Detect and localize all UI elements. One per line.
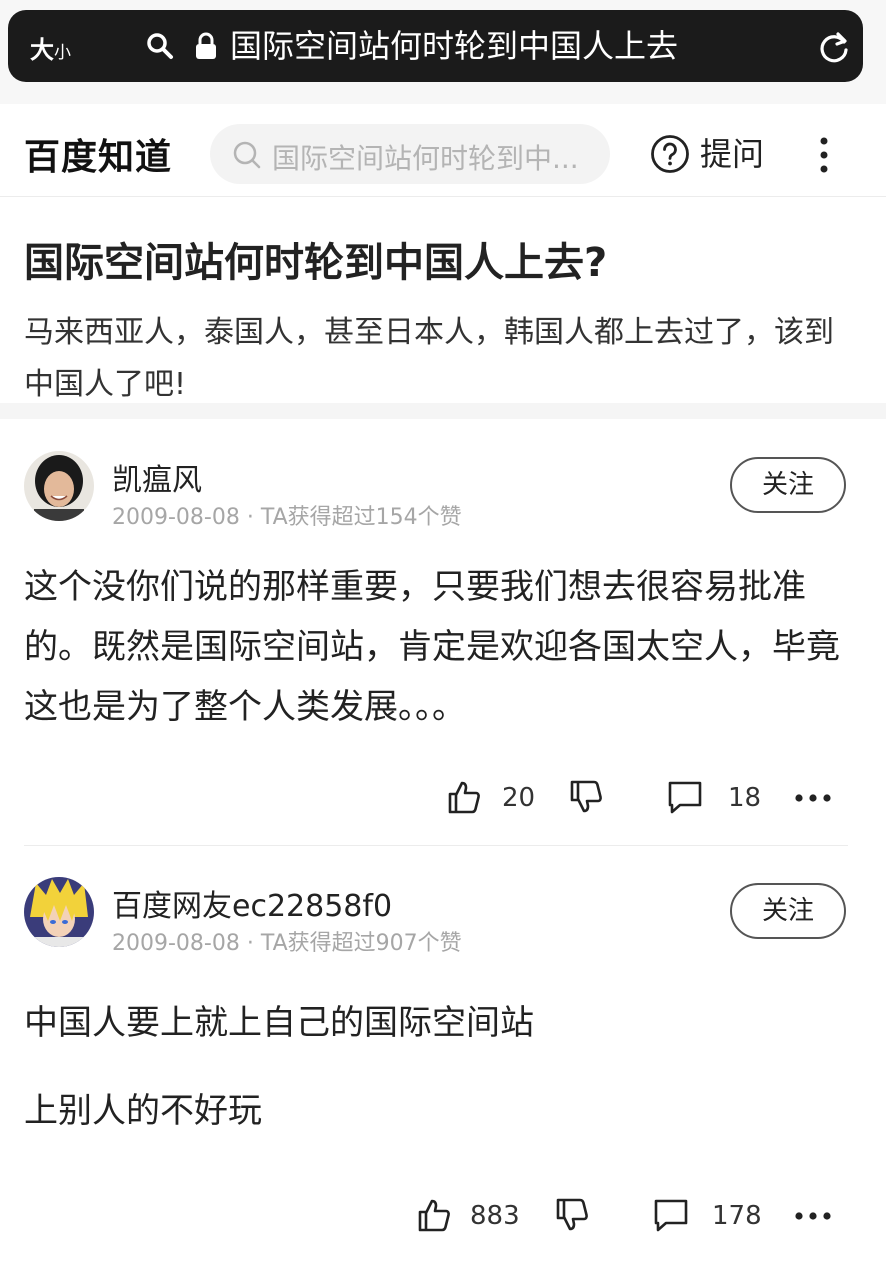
thumbs-up-icon [418,1199,450,1232]
more-actions-button[interactable] [794,779,834,819]
answers-list: 凯瘟风 2009-08-08 · TA获得超过154个赞 关注 这个没你们说的那… [0,419,886,1265]
thumbs-down-icon [556,1198,588,1231]
answer-item: 百度网友ec22858f0 2009-08-08 · TA获得超过907个赞 关… [0,845,886,1265]
username[interactable]: 凯瘟风 [112,455,202,499]
search-box[interactable]: 国际空间站何时轮到中... [210,124,610,184]
more-options-icon[interactable] [818,137,830,177]
lock-icon [194,32,218,64]
search-icon [232,140,262,174]
answer-paragraph: 上别人的不好玩 [24,1091,262,1131]
answer-meta: 2009-08-08 · TA获得超过907个赞 [112,931,462,956]
font-size-label-big: 大 [30,36,54,64]
answer-paragraph: 中国人要上就上自己的国际空间站 [24,1003,534,1043]
address-text[interactable]: 国际空间站何时轮到中国人上去 [230,24,678,68]
reload-icon[interactable] [816,30,852,70]
dislike-button[interactable] [568,779,604,819]
thumbs-down-icon [570,780,602,813]
like-button[interactable]: 20 [446,779,535,819]
like-button[interactable]: 883 [416,1197,520,1237]
username[interactable]: 百度网友ec22858f0 [112,881,392,925]
site-logo[interactable]: 百度知道 [24,128,172,180]
answer-item: 凯瘟风 2009-08-08 · TA获得超过154个赞 关注 这个没你们说的那… [0,419,886,845]
comment-icon [654,1199,688,1232]
answer-meta: 2009-08-08 · TA获得超过154个赞 [112,505,462,530]
follow-button[interactable]: 关注 [730,883,846,939]
more-dots-icon [795,794,831,802]
comment-button[interactable]: 18 [666,779,761,819]
site-header: 百度知道 国际空间站何时轮到中... 提问 [0,104,886,197]
address-bar[interactable]: 大小 国际空间站何时轮到中国人上去 [8,10,863,82]
font-size-label-small: 小 [54,43,71,63]
comment-icon [668,781,702,814]
answer-text: 中国人要上就上自己的国际空间站 上别人的不好玩 [24,993,854,1141]
question-title: 国际空间站何时轮到中国人上去? [24,240,608,286]
ask-label: 提问 [700,135,765,173]
answer-actions: 20 18 [0,779,886,819]
question-description: 马来西亚人，泰国人，甚至日本人，韩国人都上去过了，该到中国人了吧! [24,315,834,402]
follow-button[interactable]: 关注 [730,457,846,513]
answer-actions: 883 178 [0,1197,886,1237]
avatar[interactable] [24,451,94,521]
dislike-button[interactable] [554,1197,590,1237]
like-count: 20 [502,783,536,813]
font-size-button[interactable]: 大小 [30,30,71,65]
answer-text: 这个没你们说的那样重要，只要我们想去很容易批准的。既然是国际空间站，肯定是欢迎各… [24,557,854,737]
more-actions-button[interactable] [794,1197,834,1237]
answer-paragraph: 这个没你们说的那样重要，只要我们想去很容易批准的。既然是国际空间站，肯定是欢迎各… [24,567,840,727]
more-dots-icon [795,1212,831,1220]
comment-count: 178 [712,1201,762,1231]
search-placeholder: 国际空间站何时轮到中... [272,142,579,175]
browser-chrome: 大小 国际空间站何时轮到中国人上去 [0,0,886,104]
comment-button[interactable]: 178 [652,1197,762,1237]
search-icon [146,32,174,64]
avatar[interactable] [24,877,94,947]
question-mark-icon [650,134,690,178]
thumbs-up-icon [448,781,480,814]
like-count: 883 [470,1201,520,1231]
question-section: 国际空间站何时轮到中国人上去? 马来西亚人，泰国人，甚至日本人，韩国人都上去过了… [0,197,886,403]
comment-count: 18 [728,783,762,813]
